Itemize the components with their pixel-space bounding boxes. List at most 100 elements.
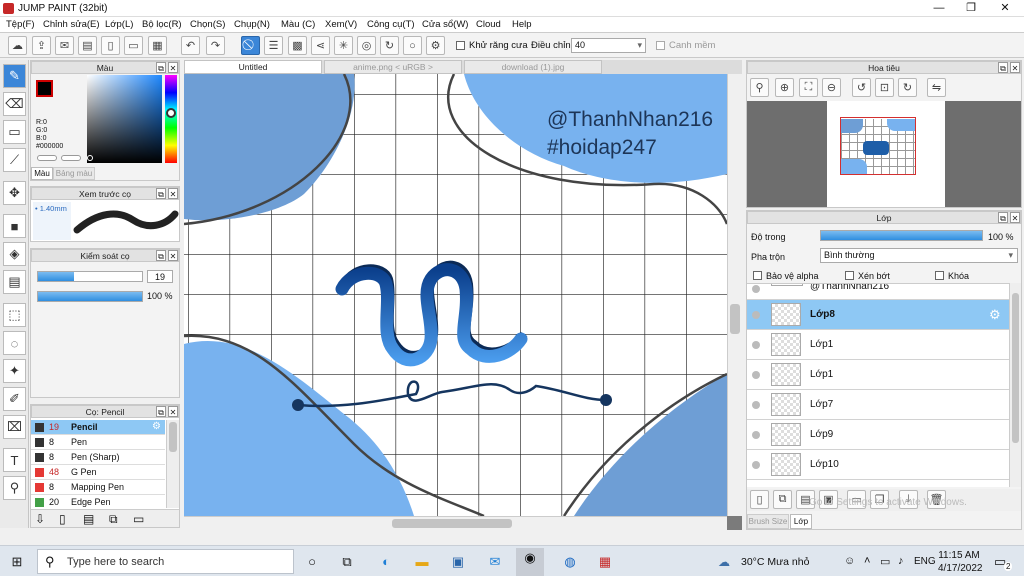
lasso-tool-icon[interactable]: ◌	[3, 331, 26, 355]
select-rect-icon[interactable]: ⬚	[3, 303, 26, 327]
brush-size-slider[interactable]	[37, 271, 143, 282]
curve-icon[interactable]: ↻	[380, 36, 399, 55]
hue-cursor[interactable]	[166, 108, 176, 118]
magic-wand-icon[interactable]: ✦	[3, 359, 26, 383]
network-icon[interactable]: ▭	[880, 555, 890, 568]
fit-screen-icon[interactable]: ⛶	[799, 78, 818, 97]
tab-color[interactable]: Màu	[31, 167, 53, 180]
radial-icon[interactable]: ✳	[334, 36, 353, 55]
layer-visibility-icon[interactable]	[752, 401, 760, 409]
panel-float-icon[interactable]: ⧉	[998, 62, 1008, 73]
close-icon[interactable]: ✕	[990, 0, 1020, 17]
panel-close-icon[interactable]: ✕	[168, 406, 178, 417]
color-slider-b[interactable]	[61, 155, 81, 161]
list-item[interactable]: 8 Pen (Sharp)	[31, 450, 165, 465]
adjust-input[interactable]: 40 ▾	[571, 38, 646, 53]
jump-paint-icon[interactable]: ▦	[594, 552, 616, 572]
foreground-color-swatch[interactable]	[36, 80, 53, 97]
layer-list-scrollbar[interactable]	[1009, 283, 1021, 487]
sv-cursor[interactable]	[87, 155, 93, 161]
new-file-icon[interactable]: ▯	[101, 36, 120, 55]
cortana-icon[interactable]: ○	[301, 552, 323, 572]
redo-icon[interactable]: ↷	[206, 36, 225, 55]
menu-layer[interactable]: Lớp(L)	[105, 19, 133, 30]
brush-list-scrollbar[interactable]	[166, 420, 179, 508]
select-pen-icon[interactable]: ✐	[3, 387, 26, 411]
panel-close-icon[interactable]: ✕	[1010, 62, 1020, 73]
tab-download-jpg[interactable]: download (1).jpg	[464, 60, 602, 74]
new-brush-icon[interactable]: ▯	[59, 512, 66, 526]
volume-icon[interactable]: ♪	[898, 555, 904, 567]
fill-rect-tool-icon[interactable]: ■	[3, 214, 26, 238]
perspective-icon[interactable]: ⋖	[311, 36, 330, 55]
open-file-icon[interactable]: ▭	[124, 36, 143, 55]
concentric-icon[interactable]: ◎	[357, 36, 376, 55]
bucket-tool-icon[interactable]: ◈	[3, 242, 26, 266]
grid-tool-icon[interactable]: ▦	[148, 36, 167, 55]
comment-icon[interactable]: ✉	[55, 36, 74, 55]
store-icon[interactable]: ▣	[447, 552, 469, 572]
panel-float-icon[interactable]: ⧉	[156, 62, 166, 73]
menu-color[interactable]: Màu (C)	[281, 19, 315, 30]
tab-anime-png[interactable]: anime.png < uRGB >	[324, 60, 462, 74]
layer-visibility-icon[interactable]	[752, 311, 760, 319]
blend-mode-select[interactable]: Bình thường ▾	[820, 248, 1018, 263]
gear-icon[interactable]: ⚙	[989, 307, 1001, 323]
list-item[interactable]: 19 Pencil ⚙	[31, 420, 165, 435]
tab-untitled[interactable]: Untitled	[184, 60, 322, 74]
language-indicator[interactable]: ENG	[914, 556, 936, 567]
canvas-horizontal-scrollbar[interactable]	[184, 516, 727, 530]
file-explorer-icon[interactable]: ▬	[411, 552, 433, 572]
menu-edit[interactable]: Chỉnh sửa(E)	[43, 19, 100, 30]
brush-tool-icon[interactable]: ✎	[3, 64, 26, 88]
list-item[interactable]: 48 G Pen	[31, 465, 165, 480]
brush-opacity-slider[interactable]	[37, 291, 143, 302]
color-slider-a[interactable]	[37, 155, 57, 161]
flip-icon[interactable]: ⇋	[927, 78, 946, 97]
panel-float-icon[interactable]: ⧉	[998, 212, 1008, 223]
panel-float-icon[interactable]: ⧉	[156, 250, 166, 261]
panel-close-icon[interactable]: ✕	[168, 62, 178, 73]
hue-slider[interactable]	[165, 75, 177, 163]
drawing-canvas[interactable]: @ThanhNhan216 #hoidap247	[184, 74, 727, 516]
panel-close-icon[interactable]: ✕	[168, 188, 178, 199]
snap-soft-checkbox[interactable]	[656, 41, 665, 53]
layer-row[interactable]: @ThanhNhan216	[747, 284, 1009, 300]
layer-row[interactable]: Lớp7	[747, 390, 1009, 420]
navigator-viewport-frame[interactable]	[840, 117, 916, 175]
eyedropper-tool-icon[interactable]: ⚲	[3, 476, 26, 500]
layer-visibility-icon[interactable]	[752, 431, 760, 439]
new-layer-icon[interactable]: ▯	[750, 490, 769, 509]
layer-row[interactable]: Lớp9	[747, 420, 1009, 450]
gradient-tool-icon[interactable]: ▤	[3, 270, 26, 294]
layer-visibility-icon[interactable]	[752, 371, 760, 379]
new-layer-menu-icon[interactable]: ⧉	[773, 490, 792, 509]
list-item[interactable]: 8 Mapping Pen	[31, 480, 165, 495]
saturation-value-picker[interactable]	[87, 75, 162, 163]
menu-window[interactable]: Cửa sổ(W)	[422, 19, 468, 30]
text-tool-icon[interactable]: T	[3, 448, 26, 472]
weather-icon[interactable]: ☁	[718, 555, 730, 569]
reset-view-icon[interactable]: ⊡	[875, 78, 894, 97]
list-item[interactable]: 20 Edge Pen	[31, 495, 165, 508]
antialias-checkbox[interactable]	[456, 41, 465, 53]
layer-row[interactable]: Lớp10	[747, 450, 1009, 480]
canvas-vertical-scrollbar[interactable]	[727, 74, 742, 516]
mail-icon[interactable]: ✉	[484, 552, 506, 572]
layer-visibility-icon[interactable]	[752, 285, 760, 293]
lock-checkbox[interactable]	[935, 271, 944, 283]
zoom-in-icon[interactable]: ⊕	[775, 78, 794, 97]
panel-float-icon[interactable]: ⧉	[156, 406, 166, 417]
panel-close-icon[interactable]: ✕	[168, 250, 178, 261]
clock[interactable]: 11:15 AM 4/17/2022	[938, 549, 983, 575]
zalo-icon[interactable]: ◍	[559, 552, 581, 572]
people-icon[interactable]: ☺	[844, 555, 855, 567]
select-eraser-icon[interactable]: ⌧	[3, 415, 26, 439]
layer-visibility-icon[interactable]	[752, 461, 760, 469]
protect-alpha-checkbox[interactable]	[753, 271, 762, 283]
menu-view[interactable]: Xem(V)	[325, 19, 357, 30]
move-tool-icon[interactable]: ✥	[3, 181, 26, 205]
brush-download-icon[interactable]: ⇩	[35, 512, 45, 526]
eraser-tool-icon[interactable]: ⌫	[3, 92, 26, 116]
list-item[interactable]: 8 Pen	[31, 435, 165, 450]
